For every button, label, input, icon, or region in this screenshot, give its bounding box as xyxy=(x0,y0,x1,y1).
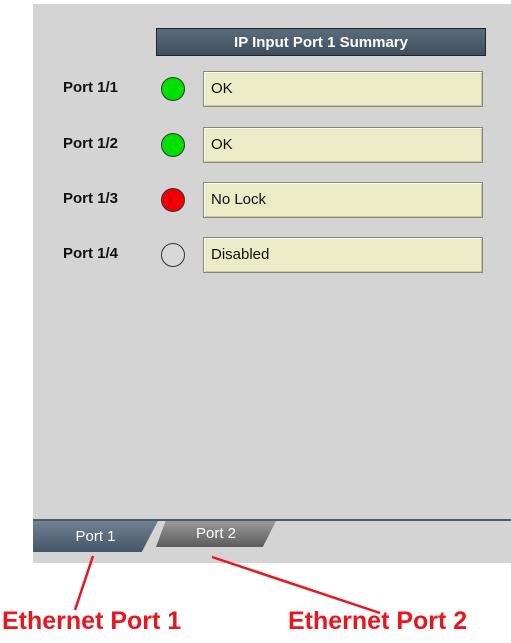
port-row-3: Port 1/3 No Lock xyxy=(33,182,511,218)
callout-line-port-1 xyxy=(73,555,95,611)
status-led-icon xyxy=(161,188,185,212)
status-field: No Lock xyxy=(203,182,483,218)
port-row-1: Port 1/1 OK xyxy=(33,71,511,107)
summary-title: IP Input Port 1 Summary xyxy=(156,28,486,56)
port-label: Port 1/1 xyxy=(63,79,119,96)
tab-port-1[interactable]: Port 1 xyxy=(33,521,158,552)
port-row-4: Port 1/4 Disabled xyxy=(33,237,511,273)
callout-ethernet-port-1: Ethernet Port 1 xyxy=(2,607,182,635)
status-led-icon xyxy=(161,133,185,157)
callout-line-port-2 xyxy=(211,555,381,615)
status-led-icon xyxy=(161,243,185,267)
port-label: Port 1/4 xyxy=(63,245,119,262)
status-led-icon xyxy=(161,77,185,101)
tab-port-2[interactable]: Port 2 xyxy=(156,521,276,547)
screenshot: IP Input Port 1 Summary Port 1/1 OK Port… xyxy=(0,0,511,643)
port-label: Port 1/2 xyxy=(63,135,119,152)
ip-input-panel: IP Input Port 1 Summary Port 1/1 OK Port… xyxy=(33,4,511,563)
callout-ethernet-port-2: Ethernet Port 2 xyxy=(288,607,468,635)
port-label: Port 1/3 xyxy=(63,190,119,207)
status-field: OK xyxy=(203,127,483,163)
port-row-2: Port 1/2 OK xyxy=(33,127,511,163)
status-field: OK xyxy=(203,71,483,107)
status-field: Disabled xyxy=(203,237,483,273)
tab-bar-divider xyxy=(33,519,511,521)
